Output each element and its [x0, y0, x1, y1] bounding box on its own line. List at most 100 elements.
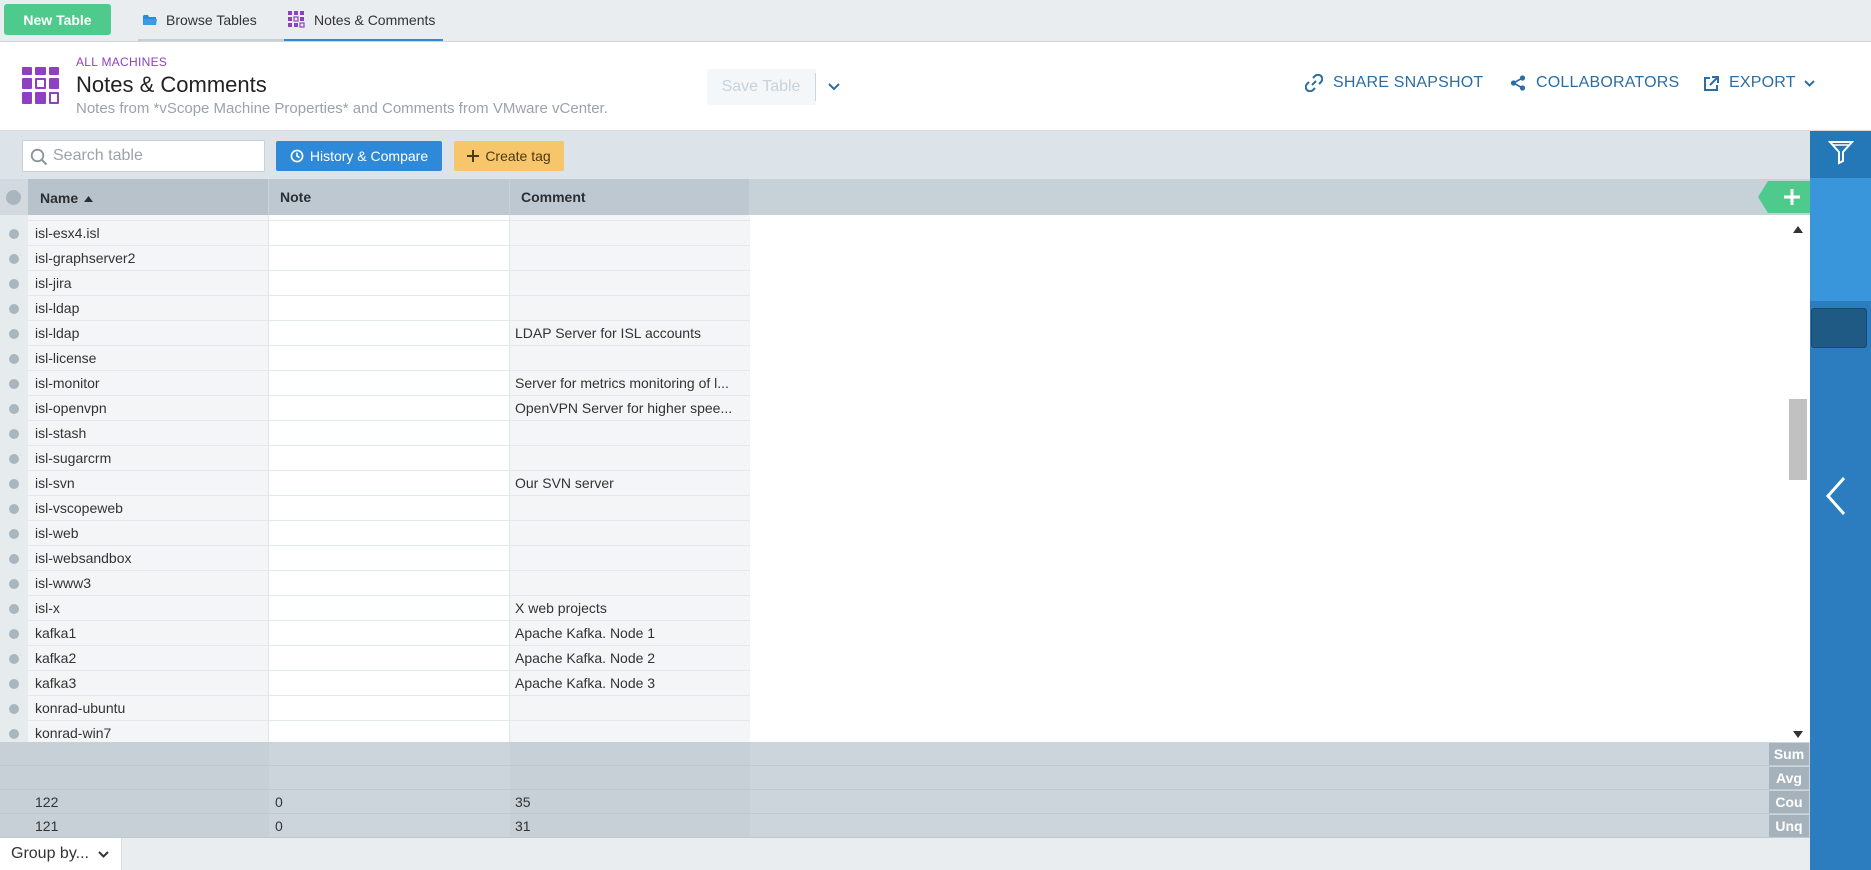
cell-name[interactable]: isl-ldap	[28, 296, 269, 321]
filter-button[interactable]	[1810, 131, 1871, 178]
cell-name[interactable]: isl-openvpn	[28, 396, 269, 421]
cell-name[interactable]: isl-graphserver2	[28, 246, 269, 271]
cell-note[interactable]	[269, 246, 510, 271]
row-select-toggle[interactable]	[0, 471, 28, 496]
chevron-left-icon[interactable]	[1825, 476, 1847, 521]
cell-note[interactable]	[269, 296, 510, 321]
row-select-toggle[interactable]	[0, 571, 28, 596]
table-row[interactable]: kafka3 Apache Kafka. Node 3	[0, 671, 750, 696]
row-select-toggle[interactable]	[0, 496, 28, 521]
cell-note[interactable]	[269, 646, 510, 671]
cell-comment[interactable]: Server for metrics monitoring of l...	[510, 371, 750, 396]
table-row[interactable]: isl-ldap	[0, 296, 750, 321]
cell-comment[interactable]: Apache Kafka. Node 2	[510, 646, 750, 671]
cell-note[interactable]	[269, 546, 510, 571]
cell-name[interactable]: isl-ldap	[28, 321, 269, 346]
cell-name[interactable]: isl-websandbox	[28, 546, 269, 571]
row-select-toggle[interactable]	[0, 321, 28, 346]
cell-comment[interactable]	[510, 221, 750, 246]
cell-comment[interactable]: Our SVN server	[510, 471, 750, 496]
group-by-dropdown[interactable]: Group by...	[0, 838, 122, 870]
table-row[interactable]: isl-stash	[0, 421, 750, 446]
cell-comment[interactable]	[510, 696, 750, 721]
cell-comment[interactable]: Apache Kafka. Node 3	[510, 671, 750, 696]
cell-name[interactable]: isl-www3	[28, 571, 269, 596]
search-input[interactable]	[53, 141, 258, 171]
cell-comment[interactable]	[510, 346, 750, 371]
cell-note[interactable]	[269, 521, 510, 546]
table-row[interactable]: konrad-ubuntu	[0, 696, 750, 721]
row-select-toggle[interactable]	[0, 721, 28, 742]
cell-comment[interactable]	[510, 446, 750, 471]
row-select-toggle[interactable]	[0, 371, 28, 396]
cell-name[interactable]: kafka1	[28, 621, 269, 646]
vertical-scrollbar[interactable]	[1786, 215, 1810, 742]
cell-name[interactable]: isl-x	[28, 596, 269, 621]
share-snapshot-button[interactable]: SHARE SNAPSHOT	[1305, 74, 1483, 92]
row-select-toggle[interactable]	[0, 296, 28, 321]
cell-note[interactable]	[269, 421, 510, 446]
cell-comment[interactable]	[510, 271, 750, 296]
history-compare-button[interactable]: History & Compare	[276, 141, 442, 171]
breadcrumb[interactable]: ALL MACHINES	[76, 55, 167, 69]
column-header-name[interactable]: Name	[28, 179, 269, 215]
cell-note[interactable]	[269, 671, 510, 696]
cell-name[interactable]: isl-vscopeweb	[28, 496, 269, 521]
cell-name[interactable]: isl-web	[28, 521, 269, 546]
cell-comment[interactable]	[510, 421, 750, 446]
cell-comment[interactable]	[510, 521, 750, 546]
cell-comment[interactable]: X web projects	[510, 596, 750, 621]
cell-note[interactable]	[269, 221, 510, 246]
table-row[interactable]: isl-graphserver2	[0, 246, 750, 271]
cell-name[interactable]: isl-license	[28, 346, 269, 371]
cell-comment[interactable]	[510, 546, 750, 571]
new-table-button[interactable]: New Table	[4, 4, 111, 35]
cell-note[interactable]	[269, 446, 510, 471]
row-select-toggle[interactable]	[0, 446, 28, 471]
cell-comment[interactable]: OpenVPN Server for higher spee...	[510, 396, 750, 421]
table-row[interactable]: isl-vscopeweb	[0, 496, 750, 521]
cell-note[interactable]	[269, 696, 510, 721]
export-button[interactable]: EXPORT	[1704, 74, 1815, 92]
select-all-toggle[interactable]	[0, 179, 28, 215]
cell-comment[interactable]: LDAP Server for ISL accounts	[510, 321, 750, 346]
row-select-toggle[interactable]	[0, 346, 28, 371]
table-row[interactable]: isl-monitor Server for metrics monitoring…	[0, 371, 750, 396]
add-column-button[interactable]	[1758, 181, 1810, 213]
row-select-toggle[interactable]	[0, 421, 28, 446]
row-select-toggle[interactable]	[0, 696, 28, 721]
cell-comment[interactable]	[510, 571, 750, 596]
row-select-toggle[interactable]	[0, 596, 28, 621]
row-select-toggle[interactable]	[0, 671, 28, 696]
side-panel-tab[interactable]	[1811, 308, 1867, 348]
cell-name[interactable]: kafka2	[28, 646, 269, 671]
row-select-toggle[interactable]	[0, 521, 28, 546]
table-row[interactable]: isl-esx4.isl	[0, 221, 750, 246]
table-row[interactable]: isl-ldap LDAP Server for ISL accounts	[0, 321, 750, 346]
cell-name[interactable]: kafka3	[28, 671, 269, 696]
cell-note[interactable]	[269, 471, 510, 496]
table-row[interactable]: isl-jira	[0, 271, 750, 296]
row-select-toggle[interactable]	[0, 271, 28, 296]
row-select-toggle[interactable]	[0, 646, 28, 671]
cell-note[interactable]	[269, 321, 510, 346]
cell-name[interactable]: isl-svn	[28, 471, 269, 496]
table-row[interactable]: isl-license	[0, 346, 750, 371]
cell-name[interactable]: isl-sugarcrm	[28, 446, 269, 471]
cell-name[interactable]: konrad-ubuntu	[28, 696, 269, 721]
cell-note[interactable]	[269, 346, 510, 371]
table-row[interactable]: isl-sugarcrm	[0, 446, 750, 471]
row-select-toggle[interactable]	[0, 621, 28, 646]
row-select-toggle[interactable]	[0, 546, 28, 571]
tab-notes-comments[interactable]: Notes & Comments	[284, 0, 443, 41]
column-header-note[interactable]: Note	[269, 179, 510, 215]
cell-comment[interactable]: Apache Kafka. Node 1	[510, 621, 750, 646]
table-row[interactable]: isl-web	[0, 521, 750, 546]
table-row[interactable]: isl-websandbox	[0, 546, 750, 571]
table-row[interactable]: isl-svn Our SVN server	[0, 471, 750, 496]
cell-note[interactable]	[269, 371, 510, 396]
cell-name[interactable]: isl-monitor	[28, 371, 269, 396]
table-row[interactable]: isl-www3	[0, 571, 750, 596]
cell-comment[interactable]	[510, 296, 750, 321]
save-table-button[interactable]: Save Table	[707, 69, 815, 105]
